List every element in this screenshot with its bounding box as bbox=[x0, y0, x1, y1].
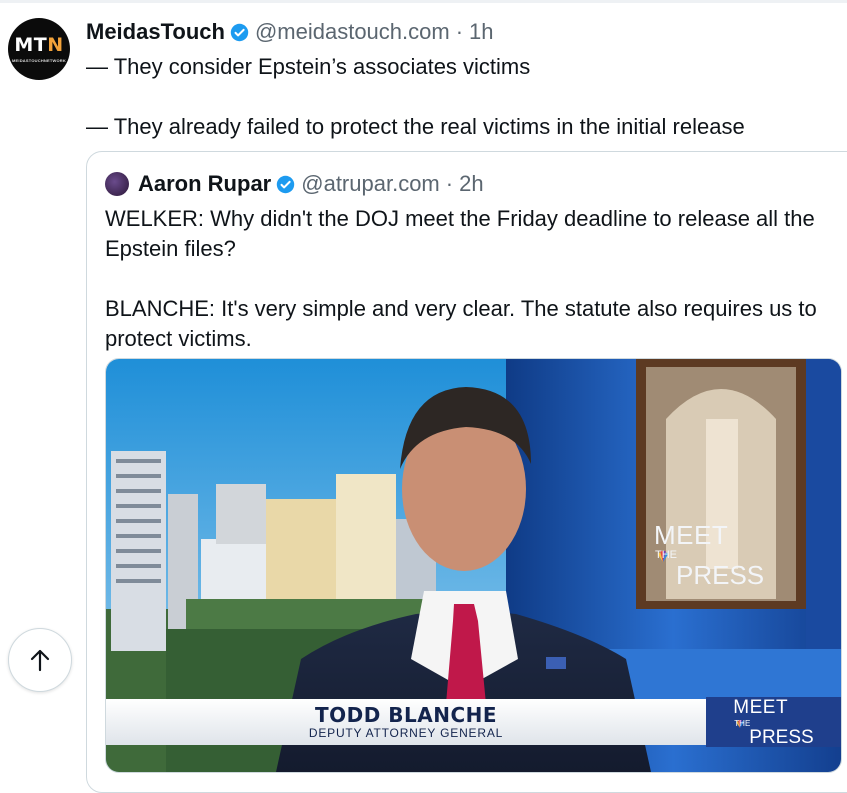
post-line: — They already failed to protect the rea… bbox=[86, 114, 745, 139]
verified-badge-icon bbox=[277, 175, 295, 193]
logo-meet: MEET bbox=[733, 696, 789, 718]
logo-press: PRESS bbox=[676, 560, 765, 590]
logo-the: THE bbox=[655, 549, 677, 561]
logo-meet: MEET bbox=[654, 520, 729, 550]
quote-author-name[interactable]: Aaron Rupar bbox=[138, 171, 271, 197]
logo-the: THE bbox=[734, 718, 751, 728]
top-divider bbox=[0, 0, 847, 3]
post-line: — They consider Epstein’s associates vic… bbox=[86, 54, 531, 79]
quote-body: WELKER: Why didn't the DOJ meet the Frid… bbox=[105, 204, 840, 354]
author-handle[interactable]: @meidastouch.com bbox=[255, 19, 450, 45]
logo-press: PRESS bbox=[749, 726, 814, 748]
quote-author-handle[interactable]: @atrupar.com bbox=[301, 171, 440, 197]
post-header: MeidasTouch @meidastouch.com · 1h bbox=[86, 16, 494, 48]
wall-show-logo: MEET THE PRESS bbox=[654, 522, 764, 588]
post-body: — They consider Epstein’s associates vic… bbox=[86, 52, 826, 142]
avatar[interactable]: MTN MEIDASTOUCHNETWORK bbox=[8, 18, 70, 80]
author-name[interactable]: MeidasTouch bbox=[86, 19, 225, 45]
post-time[interactable]: 1h bbox=[469, 19, 493, 45]
show-logo-bug: MEET THE PRESS bbox=[706, 697, 841, 747]
separator-dot: · bbox=[445, 171, 454, 196]
quote-time[interactable]: 2h bbox=[459, 171, 483, 197]
quote-avatar[interactable] bbox=[105, 172, 129, 196]
scroll-to-top-button[interactable] bbox=[8, 628, 72, 692]
avatar-subtext: MEIDASTOUCHNETWORK bbox=[12, 57, 66, 63]
lower-third-title: DEPUTY ATTORNEY GENERAL bbox=[308, 726, 504, 740]
quote-paragraph: WELKER: Why didn't the DOJ meet the Frid… bbox=[105, 206, 815, 261]
lower-third-name: TODD BLANCHE bbox=[314, 703, 498, 727]
separator-dot: · bbox=[455, 19, 464, 44]
quoted-post[interactable]: Aaron Rupar @atrupar.com · 2h WELKER: Wh… bbox=[86, 151, 847, 793]
verified-badge-icon bbox=[230, 23, 249, 41]
arrow-up-icon bbox=[30, 649, 50, 672]
video-thumbnail[interactable]: MEET THE PRESS TODD BLANCHE DEPUTY ATTOR… bbox=[105, 358, 842, 773]
quote-header: Aaron Rupar @atrupar.com · 2h bbox=[105, 169, 484, 199]
avatar-logo: MTN bbox=[14, 33, 64, 56]
lower-third: TODD BLANCHE DEPUTY ATTORNEY GENERAL bbox=[106, 699, 706, 745]
show-logo: MEET THE PRESS bbox=[733, 698, 813, 747]
quote-paragraph: BLANCHE: It's very simple and very clear… bbox=[105, 296, 817, 351]
